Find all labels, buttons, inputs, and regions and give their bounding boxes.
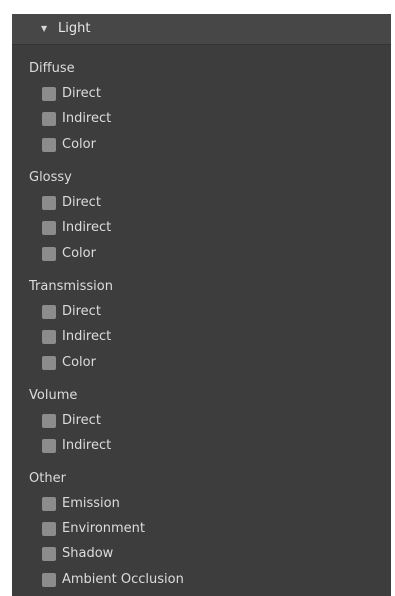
checkbox-label: Environment <box>62 521 146 536</box>
checkbox-label: Indirect <box>62 111 112 126</box>
checkbox[interactable] <box>42 356 56 370</box>
other-shadow-option[interactable]: Shadow <box>42 544 342 564</box>
checkbox[interactable] <box>42 221 56 235</box>
checkbox[interactable] <box>42 87 56 101</box>
checkbox[interactable] <box>42 573 56 587</box>
section-label-volume: Volume <box>29 388 78 403</box>
checkbox[interactable] <box>42 547 56 561</box>
checkbox[interactable] <box>42 414 56 428</box>
checkbox-label: Indirect <box>62 220 112 235</box>
checkbox[interactable] <box>42 497 56 511</box>
checkbox-label: Indirect <box>62 438 112 453</box>
light-panel-header[interactable]: ▼ Light <box>12 14 391 45</box>
diffuse-direct-option[interactable]: Direct <box>42 84 342 104</box>
checkbox-label: Indirect <box>62 329 112 344</box>
other-emission-option[interactable]: Emission <box>42 494 342 514</box>
checkbox-label: Shadow <box>62 546 114 561</box>
glossy-indirect-option[interactable]: Indirect <box>42 218 342 238</box>
transmission-indirect-option[interactable]: Indirect <box>42 327 342 347</box>
checkbox[interactable] <box>42 247 56 261</box>
checkbox-label: Ambient Occlusion <box>62 572 184 587</box>
other-environment-option[interactable]: Environment <box>42 519 342 539</box>
checkbox[interactable] <box>42 196 56 210</box>
light-passes-panel: ▼ Light Diffuse Direct Indirect Color Gl… <box>12 14 391 596</box>
checkbox[interactable] <box>42 522 56 536</box>
volume-indirect-option[interactable]: Indirect <box>42 436 342 456</box>
section-label-transmission: Transmission <box>29 279 113 294</box>
checkbox[interactable] <box>42 439 56 453</box>
section-label-diffuse: Diffuse <box>29 61 75 76</box>
checkbox[interactable] <box>42 330 56 344</box>
checkbox[interactable] <box>42 305 56 319</box>
screenshot-frame: ▼ Light Diffuse Direct Indirect Color Gl… <box>0 0 395 596</box>
checkbox-label: Color <box>62 246 96 261</box>
other-ambient-occlusion-option[interactable]: Ambient Occlusion <box>42 570 342 590</box>
section-label-glossy: Glossy <box>29 170 72 185</box>
checkbox-label: Direct <box>62 86 101 101</box>
glossy-direct-option[interactable]: Direct <box>42 193 342 213</box>
transmission-direct-option[interactable]: Direct <box>42 302 342 322</box>
glossy-color-option[interactable]: Color <box>42 244 342 264</box>
diffuse-indirect-option[interactable]: Indirect <box>42 109 342 129</box>
checkbox-label: Emission <box>62 496 120 511</box>
checkbox-label: Direct <box>62 413 101 428</box>
volume-direct-option[interactable]: Direct <box>42 411 342 431</box>
checkbox-label: Direct <box>62 304 101 319</box>
section-label-other: Other <box>29 471 66 486</box>
transmission-color-option[interactable]: Color <box>42 353 342 373</box>
checkbox[interactable] <box>42 112 56 126</box>
checkbox-label: Direct <box>62 195 101 210</box>
disclosure-triangle-icon[interactable]: ▼ <box>41 24 47 34</box>
checkbox-label: Color <box>62 355 96 370</box>
checkbox[interactable] <box>42 138 56 152</box>
panel-title: Light <box>58 21 91 36</box>
checkbox-label: Color <box>62 137 96 152</box>
diffuse-color-option[interactable]: Color <box>42 135 342 155</box>
